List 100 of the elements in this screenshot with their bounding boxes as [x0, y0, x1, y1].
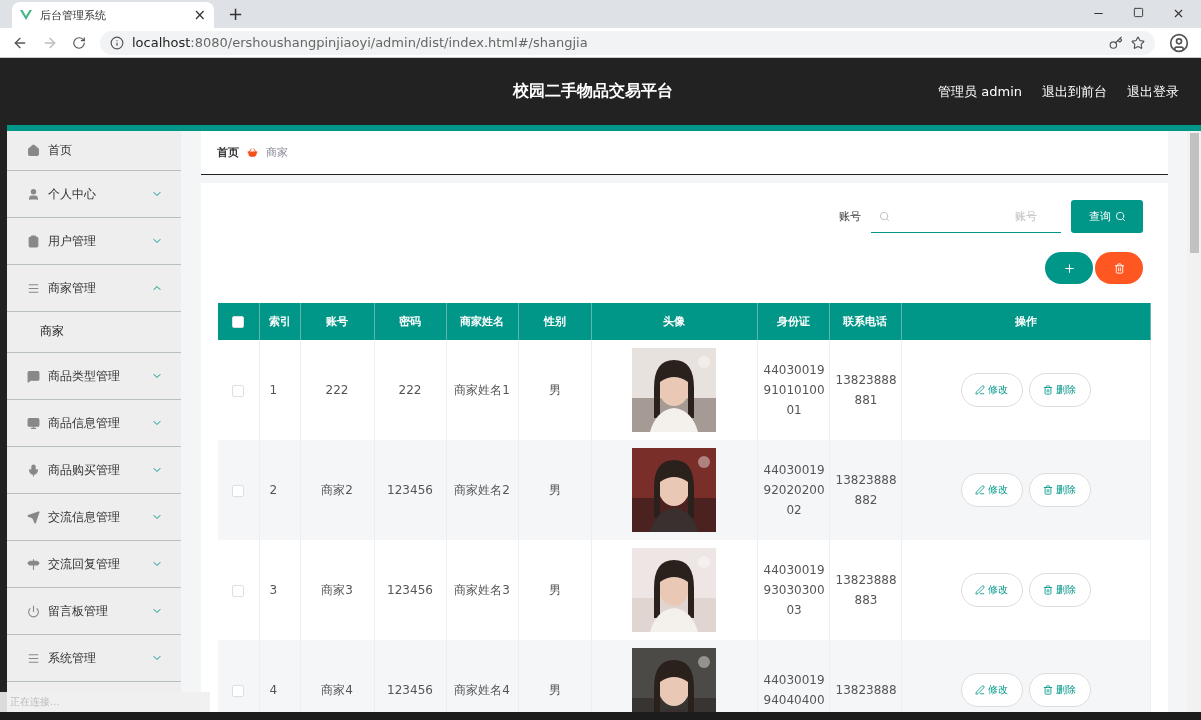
new-tab-button[interactable]: + — [228, 3, 244, 24]
profile-icon[interactable] — [1169, 32, 1189, 53]
browser-tab[interactable]: 后台管理系统 × — [12, 2, 214, 28]
table-cell: 3 — [269, 583, 278, 597]
sidebar-item[interactable]: 系统管理 — [7, 635, 181, 682]
table-cell: 商家姓名1 — [454, 382, 510, 397]
table-cell-text: 13823888883 — [835, 572, 897, 609]
column-header: 身份证 — [757, 303, 829, 340]
table-cell: 男 — [548, 582, 561, 597]
sidebar-item[interactable]: 交流回复管理 — [7, 541, 181, 588]
plus-icon — [1062, 261, 1076, 275]
scrollbar-thumb[interactable] — [1189, 133, 1199, 253]
table-cell: 男 — [548, 382, 561, 397]
table-cell: 商家3 — [321, 582, 353, 597]
table-cell: 2 — [269, 483, 278, 497]
chat-icon — [27, 369, 40, 383]
table-cell: 男 — [548, 682, 561, 697]
row-checkbox[interactable] — [232, 584, 245, 597]
trash-icon — [1043, 485, 1053, 495]
list-icon — [27, 651, 40, 665]
table-cell: 商家2 — [321, 482, 353, 497]
edit-button[interactable]: 修改 — [960, 473, 1023, 507]
table-cell: 男 — [548, 482, 561, 497]
column-header: 联系电话 — [829, 303, 901, 340]
url-text: localhost:8080/ershoushangpinjiaoyi/admin/dist/index.html#/shangjia — [132, 35, 588, 50]
pencil-icon — [975, 585, 985, 595]
basket-icon — [247, 147, 258, 158]
clipboard-icon — [27, 234, 40, 248]
column-header: 性别 — [518, 303, 591, 340]
table-cell: 商家姓名3 — [454, 582, 510, 597]
table-cell: 4 — [269, 683, 278, 697]
trash-icon — [1113, 262, 1125, 274]
sidebar-item[interactable]: 商品购买管理 — [7, 447, 181, 494]
table-cell: 123456 — [387, 683, 433, 697]
table-cell: 商家姓名2 — [454, 482, 510, 497]
user-icon — [27, 187, 40, 201]
maximize-icon[interactable] — [1133, 7, 1144, 18]
sidebar-item[interactable]: 商品类型管理 — [7, 353, 181, 400]
sidebar-subitem[interactable]: 商家 — [7, 311, 181, 353]
monitor-icon — [27, 416, 40, 430]
breadcrumb-link[interactable]: 首页 — [217, 145, 239, 160]
info-icon — [110, 35, 124, 50]
breadcrumb-current: 商家 — [266, 145, 288, 160]
delete-row-button[interactable]: 删除 — [1028, 673, 1091, 707]
edit-button[interactable]: 修改 — [960, 673, 1023, 707]
select-all-checkbox[interactable] — [232, 316, 245, 328]
edit-button[interactable]: 修改 — [960, 373, 1023, 407]
table-cell-text: 440300199202020002 — [763, 462, 825, 519]
delete-row-button[interactable]: 删除 — [1028, 473, 1091, 507]
table-cell-text: 13823888 — [835, 682, 897, 699]
star-icon[interactable] — [1131, 35, 1145, 50]
sidebar-item[interactable]: 商品信息管理 — [7, 400, 181, 447]
close-icon[interactable] — [1172, 7, 1185, 20]
tab-title: 后台管理系统 — [40, 7, 107, 23]
table-cell: 商家4 — [321, 682, 353, 697]
column-header: 索引 — [259, 303, 300, 340]
sidebar-item[interactable]: 商家管理 — [7, 265, 181, 312]
header-link[interactable]: 退出登录 — [1127, 82, 1179, 101]
pencil-icon — [975, 385, 985, 395]
sidebar-item[interactable]: 用户管理 — [7, 218, 181, 265]
search-label: 账号 — [839, 209, 861, 224]
close-tab-button[interactable]: × — [193, 6, 206, 24]
send-icon — [27, 510, 40, 524]
table-cell: 1 — [269, 383, 278, 397]
column-header: 操作 — [901, 303, 1150, 340]
delete-row-button[interactable]: 删除 — [1028, 373, 1091, 407]
add-button[interactable] — [1045, 252, 1093, 284]
trash-icon — [1043, 685, 1053, 695]
table-cell: 222 — [398, 383, 422, 397]
table-cell-text: 440300199101010001 — [763, 362, 825, 419]
table-cell: 商家姓名4 — [454, 682, 510, 697]
column-header: 密码 — [374, 303, 446, 340]
delete-button[interactable] — [1095, 252, 1143, 284]
table-cell: 222 — [325, 383, 349, 397]
reload-icon[interactable] — [72, 35, 86, 50]
sidebar-item[interactable]: 个人中心 — [7, 171, 181, 218]
row-checkbox[interactable] — [232, 684, 245, 697]
power-icon — [27, 604, 40, 618]
sidebar-item[interactable]: 留言板管理 — [7, 588, 181, 635]
edit-button[interactable]: 修改 — [960, 573, 1023, 607]
table-cell-text: 13823888882 — [835, 472, 897, 509]
delete-row-button[interactable]: 删除 — [1028, 573, 1091, 607]
home-icon — [27, 144, 40, 157]
list-icon — [27, 281, 40, 295]
key-icon[interactable] — [1109, 35, 1123, 50]
table-cell-text: 13823888881 — [835, 372, 897, 409]
trash-icon — [1043, 385, 1053, 395]
column-header: 商家姓名 — [446, 303, 518, 340]
row-checkbox[interactable] — [232, 484, 245, 497]
table-cell: 123456 — [387, 583, 433, 597]
table-cell: 123456 — [387, 483, 433, 497]
query-button[interactable]: 查询 — [1071, 200, 1143, 233]
header-link[interactable]: 退出到前台 — [1042, 82, 1107, 101]
address-bar[interactable]: localhost:8080/ershoushangpinjiaoyi/admin/dist/index.html#/shangjia — [100, 30, 1155, 55]
row-checkbox[interactable] — [232, 384, 245, 397]
column-header: 头像 — [591, 303, 757, 340]
sidebar-item[interactable]: 首页 — [7, 131, 181, 171]
sidebar-item[interactable]: 交流信息管理 — [7, 494, 181, 541]
site-title: 校园二手物品交易平台 — [513, 81, 673, 102]
pencil-icon — [975, 685, 985, 695]
